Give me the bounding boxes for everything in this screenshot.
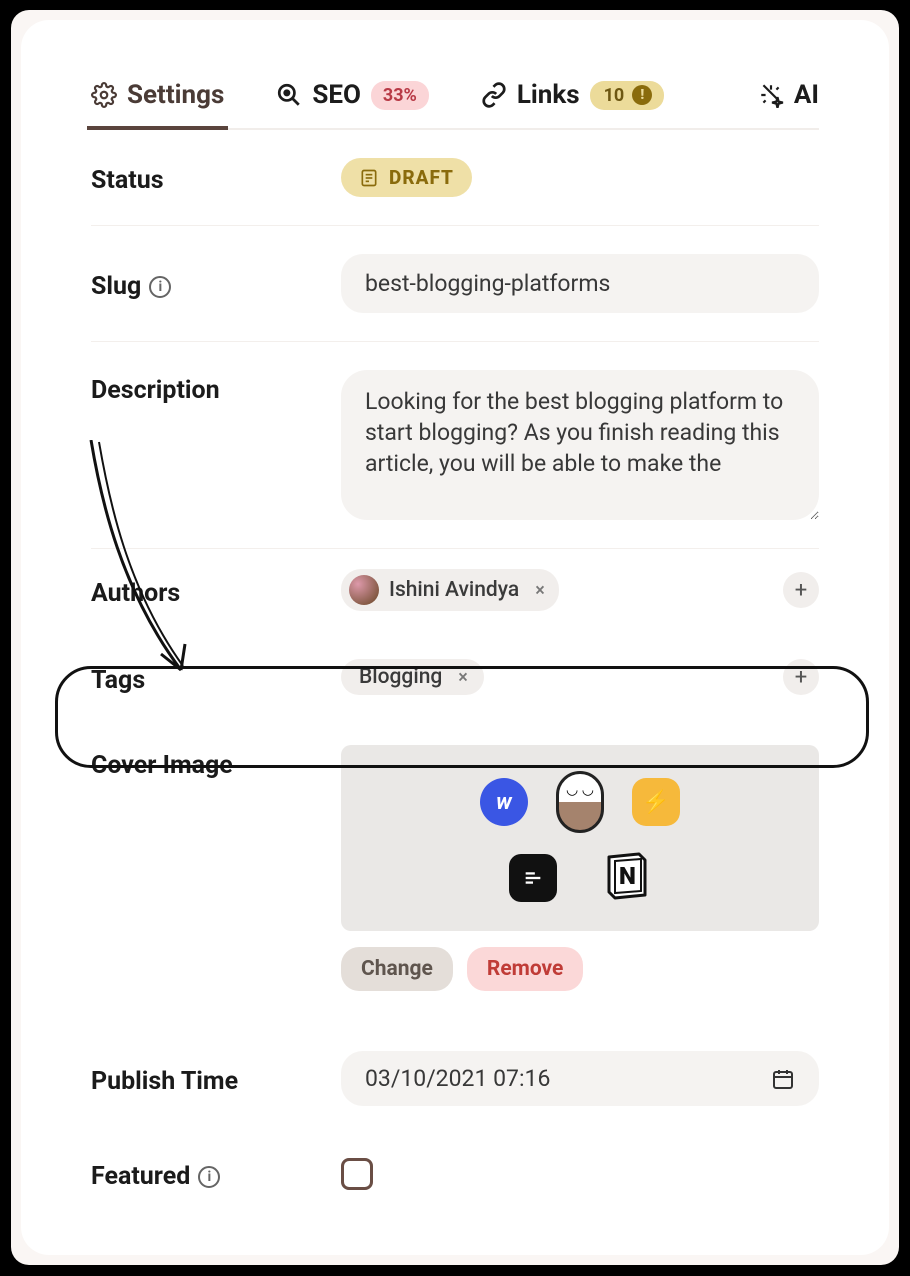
status-label: Status <box>91 158 341 197</box>
featured-checkbox[interactable] <box>341 1158 373 1190</box>
bolt-icon: ⚡ <box>632 778 680 826</box>
cover-label: Cover Image <box>91 745 341 991</box>
links-count: 10 <box>604 85 625 106</box>
slug-label: Slug i <box>91 254 341 313</box>
viewport-frame: Settings SEO 33% Links 10 ! AI Status DR… <box>11 10 899 1265</box>
seo-score-badge: 33% <box>371 81 429 110</box>
pill-icon: ◡ ◡ <box>556 771 604 833</box>
tab-links-label: Links <box>517 80 580 110</box>
slug-input[interactable] <box>341 254 819 313</box>
slug-label-text: Slug <box>91 272 141 301</box>
cover-image-preview[interactable]: w ◡ ◡ ⚡ N <box>341 745 819 931</box>
tab-links[interactable]: Links 10 ! <box>481 80 664 110</box>
tab-seo-label: SEO <box>312 80 361 110</box>
status-row: Status DRAFT <box>91 130 819 226</box>
publish-value: 03/10/2021 07:16 <box>365 1065 550 1092</box>
tab-settings-label: Settings <box>127 80 224 110</box>
publish-time-input[interactable]: 03/10/2021 07:16 <box>341 1051 819 1106</box>
authors-label: Authors <box>91 569 341 611</box>
avatar <box>349 575 379 605</box>
tags-label: Tags <box>91 659 341 695</box>
search-icon <box>276 82 302 108</box>
change-cover-button[interactable]: Change <box>341 947 453 991</box>
document-icon <box>359 168 379 188</box>
tab-ai[interactable]: AI <box>758 80 819 110</box>
webflow-icon: w <box>480 778 528 826</box>
calendar-icon <box>771 1067 795 1091</box>
info-icon[interactable]: i <box>149 276 171 298</box>
cover-row: Cover Image w ◡ ◡ ⚡ N Change <box>91 735 819 1019</box>
tag-chip[interactable]: Blogging × <box>341 659 484 695</box>
publish-row: Publish Time 03/10/2021 07:16 <box>91 1019 819 1126</box>
links-count-badge: 10 ! <box>590 81 665 110</box>
remove-cover-button[interactable]: Remove <box>467 947 584 991</box>
remove-author-icon[interactable]: × <box>529 580 551 601</box>
menu-icon <box>509 854 557 902</box>
tab-bar: Settings SEO 33% Links 10 ! AI <box>91 80 819 130</box>
tags-row: Tags Blogging × + <box>91 631 819 735</box>
info-icon[interactable]: i <box>198 1166 220 1188</box>
status-value: DRAFT <box>389 166 454 189</box>
featured-row: Featured i <box>91 1126 819 1221</box>
tab-settings[interactable]: Settings <box>91 80 224 110</box>
author-name: Ishini Avindya <box>389 578 519 602</box>
remove-tag-icon[interactable]: × <box>452 667 474 688</box>
tab-ai-label: AI <box>794 80 819 110</box>
settings-panel: Settings SEO 33% Links 10 ! AI Status DR… <box>21 20 889 1255</box>
tag-name: Blogging <box>359 665 442 689</box>
sparkle-icon <box>758 82 784 108</box>
featured-label: Featured i <box>91 1156 341 1191</box>
alert-icon: ! <box>632 85 652 105</box>
link-icon <box>481 82 507 108</box>
notion-icon: N <box>601 851 651 905</box>
svg-text:N: N <box>619 862 636 890</box>
add-author-button[interactable]: + <box>783 572 819 608</box>
description-textarea[interactable] <box>341 370 819 520</box>
description-row: Description <box>91 342 819 549</box>
slug-row: Slug i <box>91 226 819 342</box>
status-badge[interactable]: DRAFT <box>341 158 472 197</box>
tab-seo[interactable]: SEO 33% <box>276 80 429 110</box>
authors-row: Authors Ishini Avindya × + <box>91 549 819 631</box>
featured-label-text: Featured <box>91 1162 190 1191</box>
publish-label: Publish Time <box>91 1051 341 1106</box>
gear-icon <box>91 82 117 108</box>
description-label: Description <box>91 370 341 520</box>
author-chip[interactable]: Ishini Avindya × <box>341 569 559 611</box>
add-tag-button[interactable]: + <box>783 659 819 695</box>
